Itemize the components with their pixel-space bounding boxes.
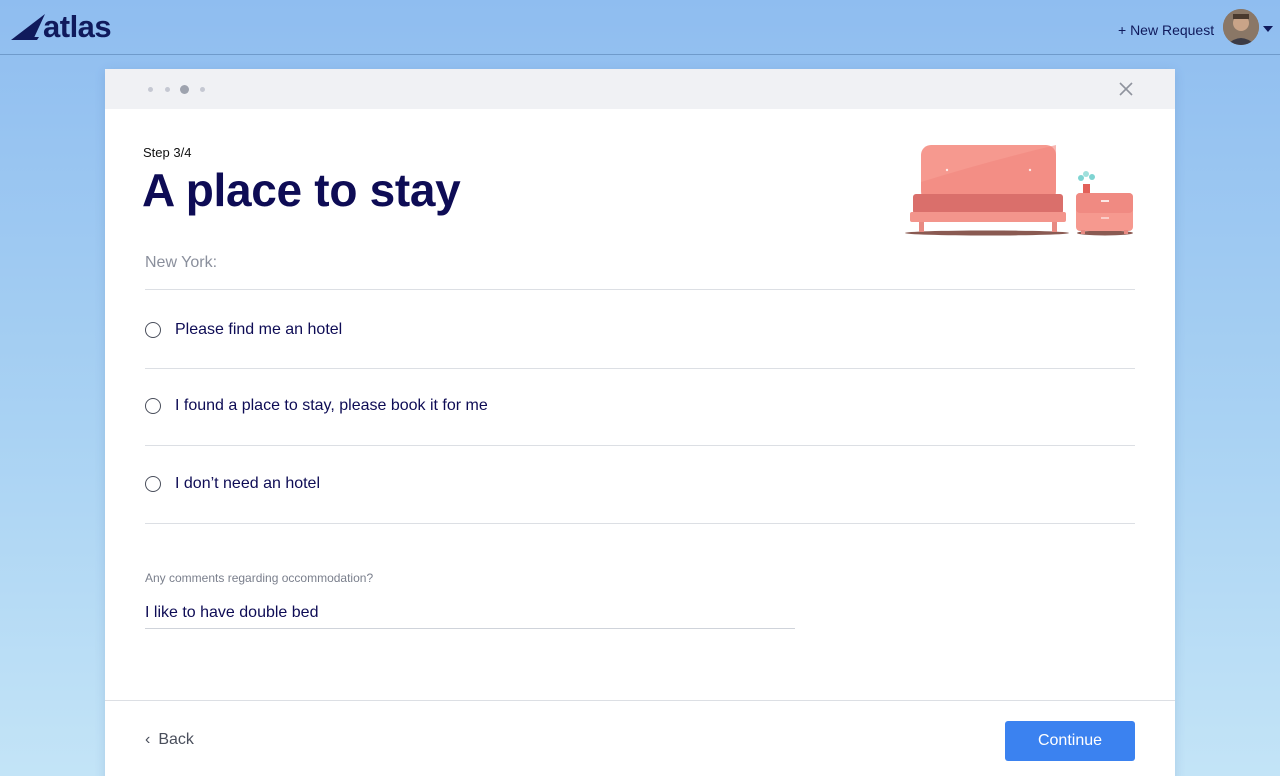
- option-label: Please find me an hotel: [175, 321, 343, 338]
- option-label: I found a place to stay, please book it …: [175, 397, 488, 414]
- step-label: Step 3/4: [143, 145, 192, 160]
- divider: [145, 445, 1135, 446]
- atlas-logo[interactable]: atlas: [11, 9, 112, 44]
- radio-button[interactable]: [145, 476, 161, 492]
- logo-text: atlas: [43, 9, 112, 44]
- divider: [145, 289, 1135, 290]
- back-label: Back: [158, 731, 194, 748]
- comment-input[interactable]: [145, 597, 795, 629]
- footer-divider: [105, 700, 1175, 701]
- close-icon[interactable]: [1119, 82, 1133, 96]
- option-no-hotel[interactable]: I don’t need an hotel: [145, 472, 845, 496]
- logo-wing-icon: [11, 14, 45, 40]
- top-bar: atlas + New Request: [0, 0, 1280, 55]
- option-book-found-place[interactable]: I found a place to stay, please book it …: [145, 394, 845, 418]
- progress-dot-4: [200, 87, 205, 92]
- new-request-button[interactable]: + New Request: [1118, 21, 1214, 39]
- avatar[interactable]: [1223, 9, 1259, 45]
- progress-dot-current: [180, 85, 189, 94]
- modal-header: [105, 69, 1175, 109]
- divider: [145, 523, 1135, 524]
- divider: [145, 368, 1135, 369]
- continue-button[interactable]: Continue: [1005, 721, 1135, 761]
- progress-dot-1: [148, 87, 153, 92]
- request-wizard-modal: Step 3/4 A place to stay New York: Pleas…: [105, 69, 1175, 776]
- radio-button[interactable]: [145, 322, 161, 338]
- comment-label: Any comments regarding occommodation?: [145, 571, 374, 585]
- sofa-illustration: [905, 145, 1133, 236]
- option-label: I don’t need an hotel: [175, 475, 321, 492]
- radio-button[interactable]: [145, 398, 161, 414]
- page-title: A place to stay: [142, 164, 461, 216]
- option-find-hotel[interactable]: Please find me an hotel: [145, 318, 845, 342]
- back-button[interactable]: ‹ Back: [145, 731, 194, 749]
- progress-dot-2: [165, 87, 170, 92]
- chevron-down-icon[interactable]: [1263, 26, 1273, 32]
- chevron-left-icon: ‹: [145, 731, 151, 748]
- city-label: New York:: [145, 254, 218, 271]
